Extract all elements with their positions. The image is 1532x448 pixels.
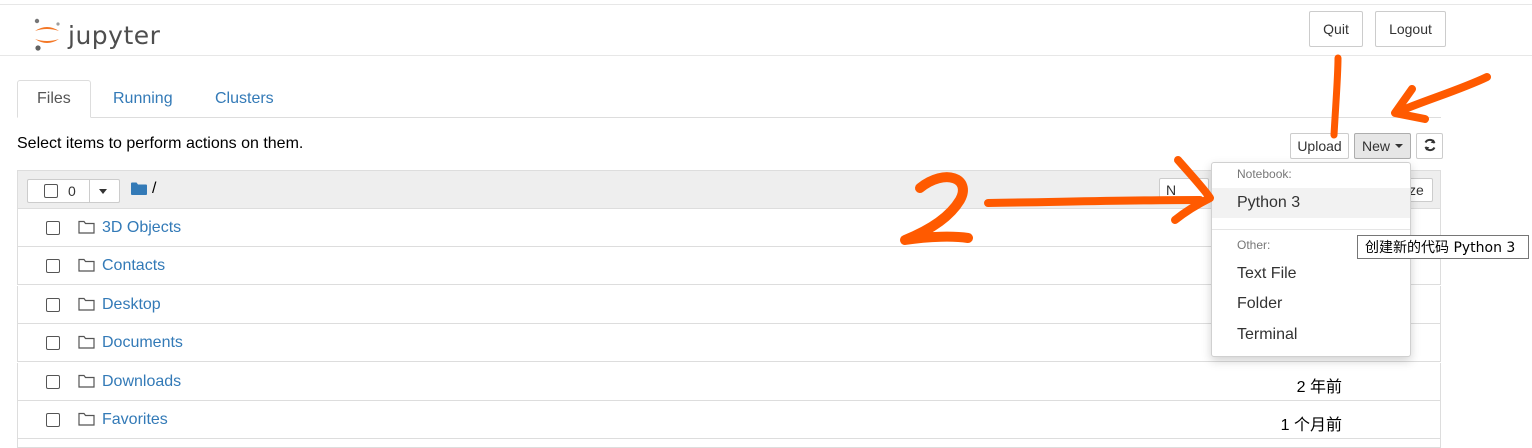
tab-running[interactable]: Running <box>94 80 192 117</box>
selection-hint: Select items to perform actions on them. <box>17 135 304 152</box>
upload-button[interactable]: Upload <box>1290 133 1349 159</box>
jupyter-logo-icon <box>32 18 62 52</box>
selected-count: 0 <box>68 183 76 199</box>
refresh-button[interactable] <box>1416 133 1443 159</box>
jupyter-logo[interactable]: jupyter <box>32 17 160 53</box>
new-dropdown-menu: Notebook: Python 3 Other: Text File Fold… <box>1211 162 1411 357</box>
new-button[interactable]: New <box>1354 133 1411 159</box>
file-name-link[interactable]: Contacts <box>102 257 165 275</box>
file-name-link[interactable]: 3D Objects <box>102 219 181 237</box>
row-checkbox[interactable] <box>46 298 60 312</box>
file-name-link[interactable]: Favorites <box>102 411 168 429</box>
refresh-icon <box>1423 138 1437 155</box>
select-all-control[interactable]: 0 <box>27 179 120 203</box>
logo-text: jupyter <box>68 20 161 50</box>
folder-outline-icon <box>78 258 95 275</box>
folder-icon[interactable] <box>131 182 147 198</box>
sort-by-name-button[interactable]: N <box>1159 178 1209 202</box>
menu-divider <box>1212 229 1410 230</box>
selbox-divider <box>89 180 90 202</box>
file-name-link[interactable]: Desktop <box>102 296 161 314</box>
logout-button[interactable]: Logout <box>1375 11 1446 47</box>
row-checkbox[interactable] <box>46 336 60 350</box>
header-bar: jupyter Quit Logout <box>0 5 1532 56</box>
tooltip: 创建新的代码 Python 3 <box>1357 235 1529 259</box>
modified-time: 1 个月前 <box>1280 417 1342 434</box>
row-checkbox[interactable] <box>46 375 60 389</box>
quit-button[interactable]: Quit <box>1309 11 1363 47</box>
new-folder-item[interactable]: Folder <box>1212 289 1410 319</box>
folder-outline-icon <box>78 297 95 314</box>
new-text-file-item[interactable]: Text File <box>1212 259 1410 289</box>
file-row[interactable]: Favorites 1 个月前 <box>17 401 1441 439</box>
row-checkbox[interactable] <box>46 259 60 273</box>
other-section-header: Other: <box>1237 238 1271 252</box>
folder-outline-icon <box>78 374 95 391</box>
select-all-checkbox[interactable] <box>44 184 58 198</box>
row-checkbox[interactable] <box>46 413 60 427</box>
folder-outline-icon <box>78 220 95 237</box>
folder-outline-icon <box>78 335 95 352</box>
file-row-partial <box>17 439 1441 448</box>
tab-clusters[interactable]: Clusters <box>196 80 293 117</box>
caret-down-icon <box>1395 144 1403 148</box>
new-button-label: New <box>1361 138 1390 154</box>
modified-time: 2 年前 <box>1296 379 1342 396</box>
tab-bar: Files Running Clusters <box>17 80 1441 118</box>
file-row[interactable]: Downloads 2 年前 <box>17 363 1441 401</box>
row-checkbox[interactable] <box>46 221 60 235</box>
folder-outline-icon <box>78 412 95 429</box>
file-name-link[interactable]: Documents <box>102 334 183 352</box>
breadcrumb-root[interactable]: / <box>152 180 156 198</box>
tab-files[interactable]: Files <box>17 80 91 118</box>
notebook-section-header: Notebook: <box>1237 167 1292 181</box>
new-terminal-item[interactable]: Terminal <box>1212 320 1410 350</box>
select-menu-caret-icon[interactable] <box>99 189 107 194</box>
file-name-link[interactable]: Downloads <box>102 373 181 391</box>
new-python3-notebook-item[interactable]: Python 3 <box>1212 188 1410 218</box>
